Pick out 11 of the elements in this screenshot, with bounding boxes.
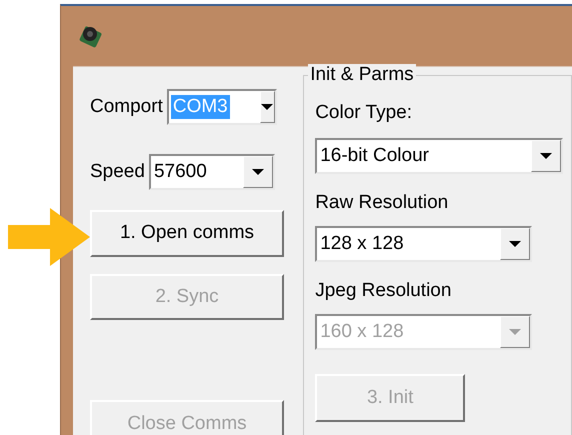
dropdown[interactable]: 16-bit Colour: [315, 138, 564, 174]
dropdown[interactable]: 128 x 128: [315, 226, 532, 262]
speed-dropdown[interactable]: 57600: [148, 154, 275, 190]
speed-label: Speed: [90, 161, 145, 183]
arrow-icon: [8, 208, 90, 266]
field-label: Color Type:: [315, 102, 412, 124]
comport-dropdown[interactable]: COM3: [166, 89, 277, 125]
comport-label: Comport: [90, 96, 163, 118]
field-label: Raw Resolution: [315, 192, 448, 214]
command-button[interactable]: 1. Open comms: [90, 210, 284, 257]
field-label: Jpeg Resolution: [315, 280, 452, 302]
